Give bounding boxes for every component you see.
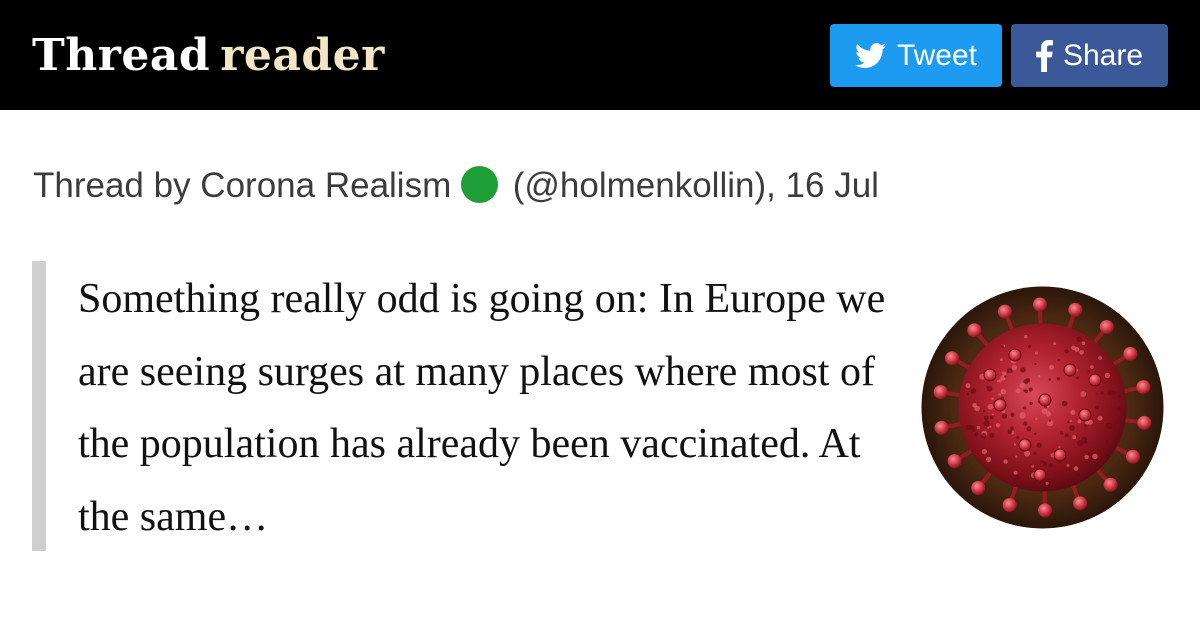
byline-handle-date: (@holmenkollin), 16 Jul — [512, 166, 879, 205]
tweet-label: Tweet — [896, 38, 978, 72]
green-circle-icon — [460, 166, 498, 203]
share-label: Share — [1062, 38, 1144, 72]
twitter-bird-icon — [855, 42, 887, 69]
thread-excerpt: Something really odd is going on: In Eur… — [78, 276, 886, 540]
logo-thread: Thread — [32, 30, 211, 81]
facebook-f-icon — [1036, 39, 1053, 72]
byline-author: Thread by Corona Realism — [33, 166, 452, 205]
tweet-button[interactable]: Tweet — [830, 24, 1002, 87]
quote-bar — [32, 261, 46, 551]
threadreader-logo[interactable]: Thread reader — [32, 30, 385, 82]
logo-reader: reader — [220, 30, 385, 81]
thread-byline: Thread by Corona Realism (@holmenkollin)… — [33, 166, 879, 206]
share-button[interactable]: Share — [1011, 24, 1168, 87]
top-bar: Thread reader Tweet Share — [0, 0, 1200, 110]
coronavirus-image — [920, 285, 1165, 530]
